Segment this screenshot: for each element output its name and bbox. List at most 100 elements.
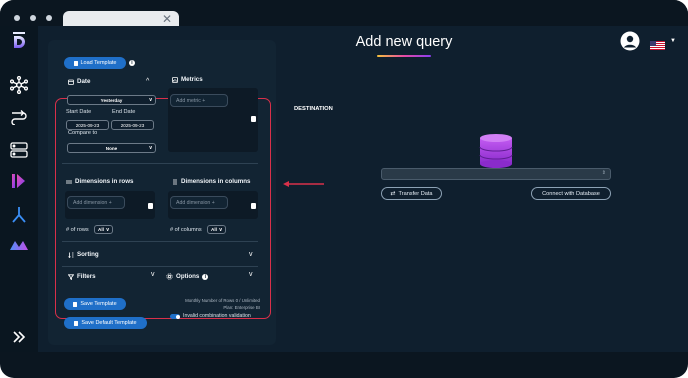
bar-logo-icon[interactable]: [8, 170, 30, 192]
columns-count-value: All: [211, 227, 217, 232]
window-dot-minimize[interactable]: [30, 15, 36, 21]
browser-titlebar: ✕: [0, 0, 688, 27]
load-template-label: Load Template: [80, 60, 117, 66]
logo-icon[interactable]: [8, 30, 30, 52]
arrow-left-icon: [283, 174, 325, 192]
expand-icon[interactable]: [8, 326, 30, 348]
filters-label: Filters: [77, 273, 96, 280]
start-date-value: 2025-09-23: [75, 122, 100, 128]
sorting-row[interactable]: Sorting: [68, 251, 99, 258]
compare-to-label: Compare to: [68, 130, 98, 136]
chevron-down-icon[interactable]: ▼: [670, 38, 676, 45]
save-default-template-label: Save Default Template: [81, 320, 137, 326]
load-template-button[interactable]: Load Template: [64, 57, 126, 69]
info-icon[interactable]: i: [202, 273, 209, 280]
network-icon[interactable]: [8, 74, 30, 96]
date-section-title: Date: [68, 78, 90, 85]
chevron-down-icon[interactable]: v: [151, 271, 155, 278]
rows-count-label: # of rows: [66, 227, 89, 233]
chevron-down-icon: ⇕: [601, 170, 606, 176]
start-date-label: Start Date: [66, 109, 92, 115]
chevron-up-icon[interactable]: ^: [146, 78, 149, 85]
filter-icon: [68, 273, 74, 280]
columns-scrollbar[interactable]: [251, 203, 256, 209]
transfer-data-label: Transfer Data: [398, 190, 433, 197]
filters-row[interactable]: Filters: [68, 273, 96, 280]
connect-database-button[interactable]: Connect with Database: [531, 187, 611, 200]
section-divider: [62, 266, 258, 267]
transfer-data-button[interactable]: ⇄ Transfer Data: [381, 187, 442, 200]
start-date-input[interactable]: 2025-09-23: [66, 120, 109, 130]
destination-select[interactable]: ⇕: [381, 168, 611, 180]
dimensions-rows-title: Dimensions in rows: [66, 178, 133, 185]
window-dot-maximize[interactable]: [46, 15, 52, 21]
invalid-combination-label: Invalid combination validation: [183, 313, 251, 319]
document-icon: [74, 320, 79, 326]
invalid-combination-toggle[interactable]: [170, 314, 180, 319]
columns-count-label: # of columns: [170, 227, 202, 233]
save-default-template-button[interactable]: Save Default Template: [64, 317, 147, 329]
document-icon: [73, 60, 78, 66]
metrics-section-title: Metrics: [172, 76, 203, 83]
browser-tab[interactable]: ✕: [63, 11, 179, 27]
section-divider: [62, 163, 258, 164]
chevron-down-icon: v: [149, 145, 152, 151]
dimensions-columns-title: Dimensions in columns: [172, 178, 250, 185]
compare-to-select[interactable]: None v: [67, 143, 156, 153]
date-period-value: Yesterday: [100, 97, 123, 103]
chevron-down-icon[interactable]: v: [249, 271, 253, 278]
plan-name-text: Plan: Enterprise BI: [223, 305, 260, 310]
options-label: Options: [176, 273, 200, 280]
save-template-button[interactable]: Save Template: [64, 298, 126, 310]
destination-label: DESTINATION: [294, 106, 333, 112]
sorting-label: Sorting: [77, 251, 99, 258]
merge-icon[interactable]: [8, 204, 30, 226]
columns-count-select[interactable]: All v: [207, 225, 226, 234]
compare-to-value: None: [105, 145, 118, 151]
flag-us-icon[interactable]: [650, 37, 665, 55]
save-template-label: Save Template: [80, 301, 117, 307]
document-icon: [73, 301, 78, 307]
chevron-down-icon: v: [219, 227, 222, 233]
add-dimension-columns-input[interactable]: Add dimension +: [170, 196, 228, 209]
wave-logo-icon[interactable]: [8, 234, 30, 256]
end-date-value: 2025-09-23: [120, 122, 145, 128]
page-title: Add new query: [355, 34, 453, 50]
chevron-down-icon: v: [106, 227, 109, 233]
rows-count-value: All: [98, 227, 104, 232]
metrics-scrollbar[interactable]: [251, 116, 256, 122]
app-window: ✕ Load Template i Date ^ Yesterday v Sta…: [0, 0, 688, 378]
server-icon[interactable]: [8, 139, 30, 161]
end-date-input[interactable]: 2025-09-23: [111, 120, 154, 130]
left-nav: [0, 26, 38, 352]
user-icon[interactable]: [620, 31, 640, 56]
close-icon[interactable]: ✕: [162, 12, 172, 26]
dimensions-rows-label: Dimensions in rows: [75, 178, 134, 185]
transfer-arrows-icon: ⇄: [390, 191, 396, 197]
rows-count-select[interactable]: All v: [94, 225, 113, 234]
add-dimension-rows-input[interactable]: Add dimension +: [67, 196, 125, 209]
calendar-icon: [68, 79, 74, 85]
columns-icon: [173, 179, 177, 184]
plan-rows-text: Monthly Number of Rows 0 / Unlimited: [185, 298, 260, 303]
rows-scrollbar[interactable]: [148, 203, 153, 209]
gear-icon: [166, 273, 173, 280]
add-metric-input[interactable]: Add metric +: [170, 94, 228, 107]
window-dot-close[interactable]: [14, 15, 20, 21]
end-date-label: End Date: [112, 109, 136, 115]
chevron-down-icon[interactable]: v: [249, 251, 253, 258]
date-period-select[interactable]: Yesterday v: [67, 95, 156, 105]
dimensions-columns-label: Dimensions in columns: [181, 178, 251, 185]
app-content: Load Template i Date ^ Yesterday v Start…: [0, 26, 688, 352]
sort-icon: [68, 252, 74, 258]
date-title: Date: [77, 78, 91, 85]
rows-icon: [66, 179, 72, 184]
transfer-icon[interactable]: [8, 106, 30, 128]
options-row[interactable]: Options i: [166, 273, 209, 280]
connect-database-label: Connect with Database: [542, 190, 600, 197]
metrics-title: Metrics: [181, 76, 203, 83]
section-divider: [62, 241, 258, 242]
chevron-down-icon: v: [149, 97, 152, 103]
title-underline: [377, 55, 431, 57]
info-icon[interactable]: i: [129, 60, 135, 66]
